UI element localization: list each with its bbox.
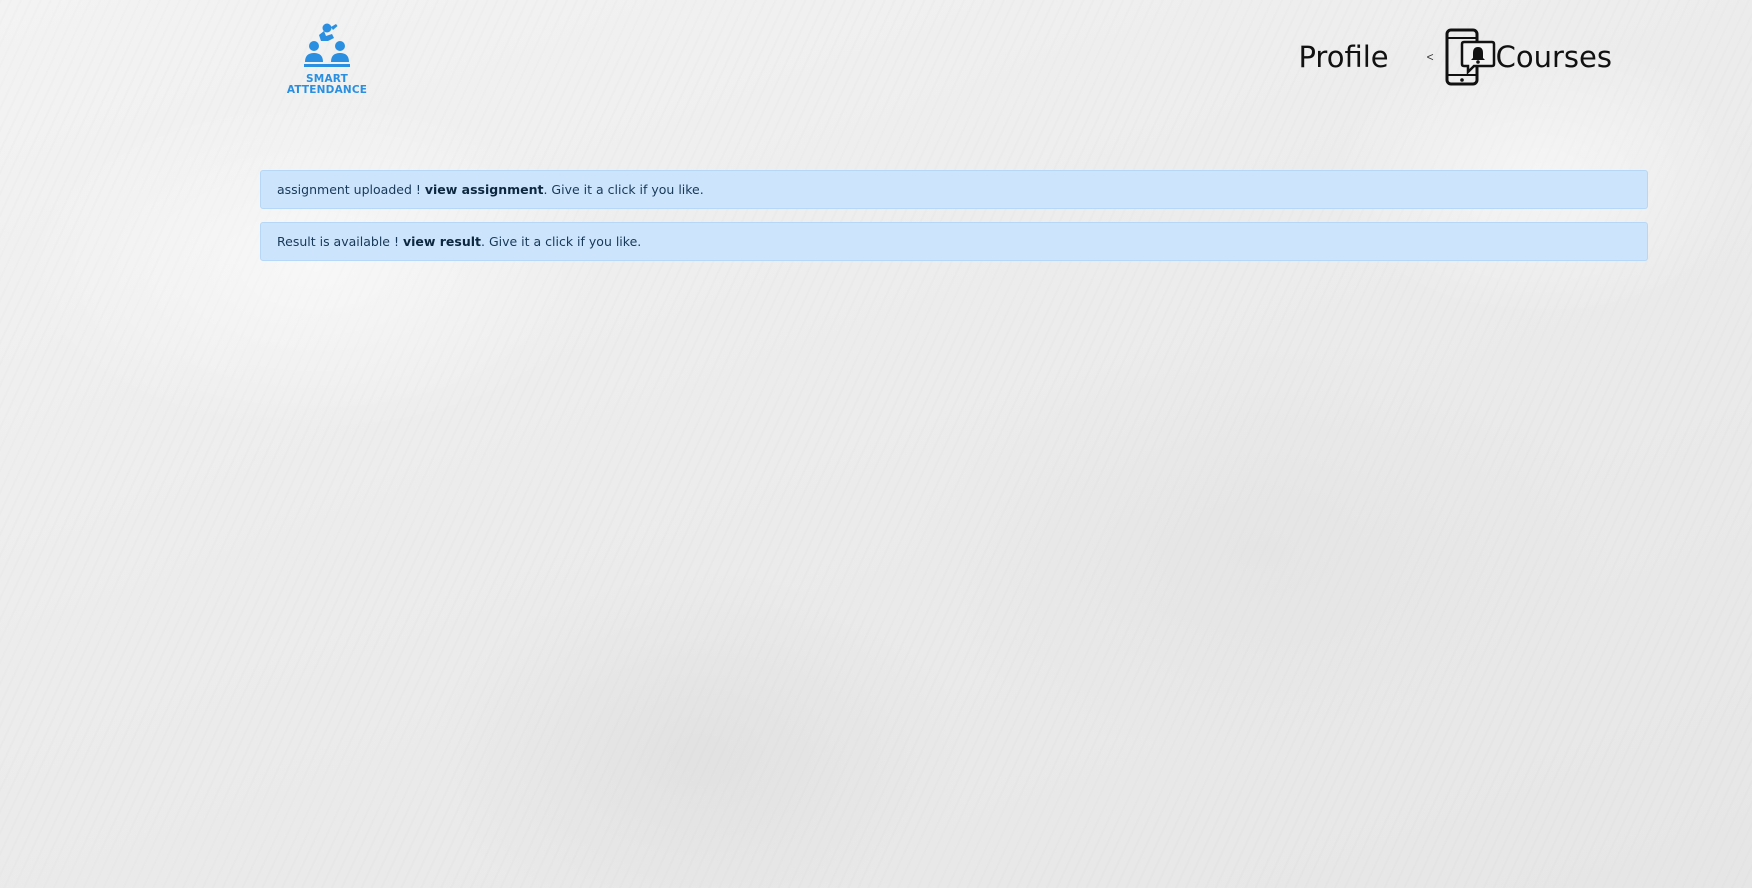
result-alert: Result is available ! view result. Give … — [260, 222, 1648, 261]
alert-suffix: . Give it a click if you like. — [543, 182, 704, 197]
view-assignment-link[interactable]: view assignment — [425, 182, 544, 197]
assignment-alert: assignment uploaded ! view assignment. G… — [260, 170, 1648, 209]
alert-prefix: assignment uploaded ! — [277, 182, 425, 197]
alerts-container: assignment uploaded ! view assignment. G… — [260, 170, 1648, 274]
phone-notification-bell-icon[interactable] — [1444, 28, 1496, 86]
alert-suffix: . Give it a click if you like. — [481, 234, 642, 249]
classroom-people-icon — [304, 23, 350, 67]
nav-profile-link[interactable]: Profile — [1298, 40, 1388, 74]
view-result-link[interactable]: view result — [403, 234, 481, 249]
alert-prefix: Result is available ! — [277, 234, 403, 249]
logo-text: SMART ATTENDANCE — [287, 74, 367, 96]
logo-text-line2: ATTENDANCE — [286, 84, 368, 96]
nav-separator: < — [1426, 50, 1434, 64]
top-nav: Profile < Courses — [1298, 24, 1612, 90]
logo[interactable]: SMART ATTENDANCE — [286, 22, 368, 100]
nav-courses-link[interactable]: Courses — [1496, 40, 1612, 74]
